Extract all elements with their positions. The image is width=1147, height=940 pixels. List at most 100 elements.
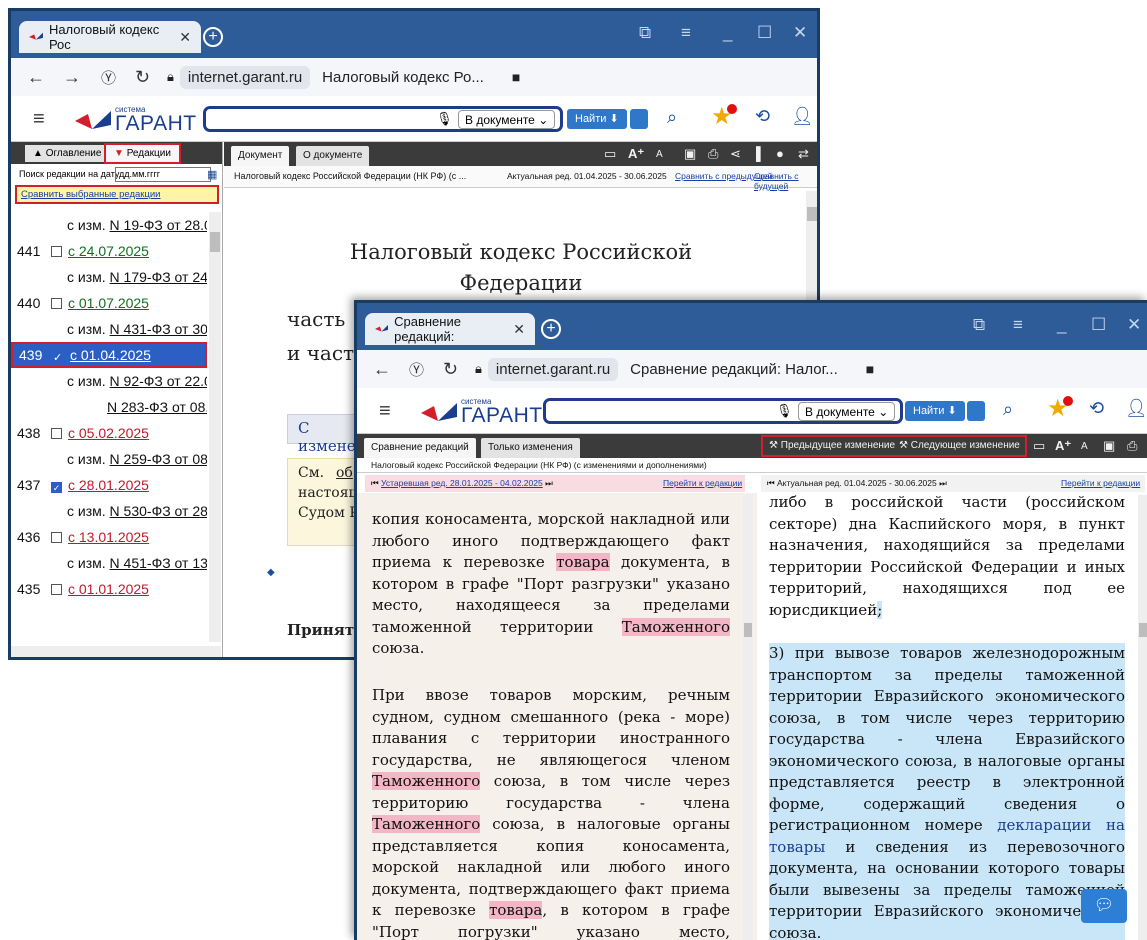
next-change-button[interactable]: ⚒ Следующее изменение <box>899 440 1020 451</box>
history-icon[interactable]: ⟲ <box>1089 398 1104 419</box>
find-button[interactable]: Найти ⬇ <box>905 401 965 421</box>
edition-item[interactable]: 435 с 01.01.2025 <box>11 576 207 602</box>
edition-checkbox[interactable] <box>51 298 62 309</box>
amendment-law-link[interactable]: N 179-ФЗ от 24.0 <box>110 269 207 285</box>
url-field[interactable]: internet.garant.ru <box>179 65 311 89</box>
maximize-icon[interactable]: ☐ <box>1091 315 1106 335</box>
edition-amendment[interactable]: с изм. N 92-ФЗ от 22.04 <box>11 368 207 394</box>
tab-about-document[interactable]: О документе <box>296 146 370 166</box>
url-field[interactable]: internet.garant.ru <box>487 357 619 381</box>
menu-icon[interactable]: ≡ <box>33 108 45 131</box>
compare-next-link[interactable]: Сравнить с будущей <box>754 171 817 191</box>
yandex-icon[interactable]: Ⓨ <box>101 67 127 88</box>
edition-date-link[interactable]: с 01.04.2025 <box>70 347 151 363</box>
amendment-law-link[interactable]: N 19-ФЗ от 28.02 <box>110 217 207 233</box>
chat-support-button[interactable]: 💬︎ <box>1081 889 1127 923</box>
minimize-icon[interactable]: _ <box>1057 315 1066 335</box>
sidebar-icon[interactable]: ≡ <box>681 23 691 43</box>
edition-date-link[interactable]: с 28.01.2025 <box>68 477 149 493</box>
compare-icon[interactable]: ▭ <box>604 146 616 162</box>
close-window-icon[interactable]: ✕ <box>1127 315 1141 335</box>
edition-date-link[interactable]: с 01.07.2025 <box>68 295 149 311</box>
amendment-law-link[interactable]: N 530-ФЗ от 28.1 <box>110 503 207 519</box>
edition-checkbox[interactable] <box>51 428 62 439</box>
close-tab-icon[interactable]: ✕ <box>179 29 191 46</box>
old-pane-scroll-thumb[interactable] <box>744 623 752 637</box>
bookmark-icon[interactable]: ■ <box>512 69 520 85</box>
reload-icon[interactable]: ↻ <box>135 67 161 88</box>
tab-only-changes[interactable]: Только изменения <box>481 438 580 458</box>
editions-scrollbar[interactable] <box>209 212 221 642</box>
current-pane-scrollbar[interactable] <box>1138 495 1147 940</box>
minimize-icon[interactable]: _ <box>723 23 732 43</box>
font-increase-icon[interactable]: A⁺ <box>1055 438 1071 454</box>
edition-item[interactable]: 438 с 05.02.2025 <box>11 420 207 446</box>
edition-amendment[interactable]: с изм. N 259-ФЗ от 08.0 <box>11 446 207 472</box>
microphone-icon[interactable]: 🎙︎ <box>776 403 793 419</box>
font-decrease-icon[interactable]: A <box>1081 441 1088 452</box>
find-button[interactable]: Найти ⬇ <box>567 109 627 129</box>
user-icon[interactable]: 👤︎ <box>791 106 814 127</box>
share-icon[interactable]: ⋖ <box>730 146 741 162</box>
amendment-law-link[interactable]: N 283-ФЗ от 08.0 <box>107 399 207 415</box>
maximize-icon[interactable]: ☐ <box>757 23 772 43</box>
see-link[interactable]: об <box>336 465 353 481</box>
document-scroll-thumb[interactable] <box>807 207 817 221</box>
editions-hscrollbar[interactable] <box>11 646 221 657</box>
compare-icon[interactable]: ▭ <box>1033 438 1045 454</box>
old-edition-link[interactable]: Устаревшая ред. 28.01.2025 - 04.02.2025 <box>381 478 543 488</box>
font-decrease-icon[interactable]: A <box>656 149 663 160</box>
tab-editions[interactable]: ▼ Редакции <box>104 143 181 164</box>
tab-compare[interactable]: Сравнение редакций <box>364 438 476 458</box>
browser-tab-compare[interactable]: Сравнение редакций: ✕ <box>365 313 535 345</box>
microphone-icon[interactable]: 🎙︎ <box>436 111 453 127</box>
current-pane-scroll-thumb[interactable] <box>1139 623 1147 637</box>
edition-checkbox[interactable]: ✓ <box>51 482 62 493</box>
edition-date-link[interactable]: с 01.01.2025 <box>68 581 149 597</box>
download-icon[interactable] <box>967 401 985 421</box>
print-icon[interactable]: ⎙ <box>1127 438 1137 454</box>
filter-icon[interactable]: ⌕ <box>1003 399 1013 420</box>
back-icon[interactable]: ← <box>373 359 399 380</box>
bookmark-doc-icon[interactable]: ▌ <box>756 146 765 161</box>
edition-amendment[interactable]: с изм. N 530-ФЗ от 28.1 <box>11 498 207 524</box>
tab-manager-icon[interactable]: ⧉ <box>973 315 985 335</box>
reload-icon[interactable]: ↻ <box>443 359 469 380</box>
tab-contents[interactable]: ▲ Оглавление <box>25 145 110 162</box>
tab-document[interactable]: Документ <box>231 146 290 166</box>
edition-date-link[interactable]: с 24.07.2025 <box>68 243 149 259</box>
calendar-icon[interactable]: ▦ <box>207 168 217 181</box>
edition-amendment[interactable]: N 283-ФЗ от 08.0 <box>11 394 207 420</box>
edition-item[interactable]: 437 ✓ с 28.01.2025 <box>11 472 207 498</box>
info-icon[interactable]: ● <box>776 146 784 161</box>
edition-checkbox[interactable] <box>51 532 62 543</box>
user-icon[interactable]: 👤︎ <box>1125 398 1147 419</box>
print-icon[interactable]: ⎙ <box>708 146 718 162</box>
edition-checkbox[interactable] <box>51 246 62 257</box>
edition-checkbox[interactable] <box>51 584 62 595</box>
date-input[interactable]: дд.мм.гггг <box>115 167 211 182</box>
amendment-law-link[interactable]: N 92-ФЗ от 22.04 <box>110 373 207 389</box>
history-icon[interactable]: ⟲ <box>755 106 770 127</box>
amendment-law-link[interactable]: N 259-ФЗ от 08.0 <box>110 451 207 467</box>
edition-amendment[interactable]: с изм. N 431-ФЗ от 30.1 <box>11 316 207 342</box>
goto-current-edition-link[interactable]: Перейти к редакции <box>1061 478 1140 488</box>
edition-item[interactable]: 439 ✓ с 01.04.2025 <box>11 342 207 368</box>
download-icon[interactable] <box>630 109 648 129</box>
browser-tab[interactable]: Налоговый кодекс Рос ✕ <box>19 21 201 53</box>
new-tab-icon[interactable]: + <box>203 27 223 47</box>
close-window-icon[interactable]: ✕ <box>793 23 807 43</box>
goto-old-edition-link[interactable]: Перейти к редакции <box>663 478 742 488</box>
amendment-law-link[interactable]: N 431-ФЗ от 30.1 <box>110 321 207 337</box>
garant-logo[interactable]: система ГАРАНТ <box>421 395 542 427</box>
edition-date-link[interactable]: с 13.01.2025 <box>68 529 149 545</box>
search-scope-select[interactable]: В документе ⌄ <box>458 110 556 129</box>
tab-manager-icon[interactable]: ⧉ <box>639 23 651 43</box>
new-tab-icon[interactable]: + <box>541 319 561 339</box>
sidebar-icon[interactable]: ≡ <box>1013 315 1023 335</box>
yandex-icon[interactable]: Ⓨ <box>409 359 435 380</box>
old-pane-scrollbar[interactable] <box>743 495 753 940</box>
compare-selected-button[interactable]: Сравнить выбранные редакции <box>15 185 219 204</box>
edition-amendment[interactable]: с изм. N 451-ФЗ от 13.1 <box>11 550 207 576</box>
swap-icon[interactable]: ⇄ <box>798 146 809 162</box>
